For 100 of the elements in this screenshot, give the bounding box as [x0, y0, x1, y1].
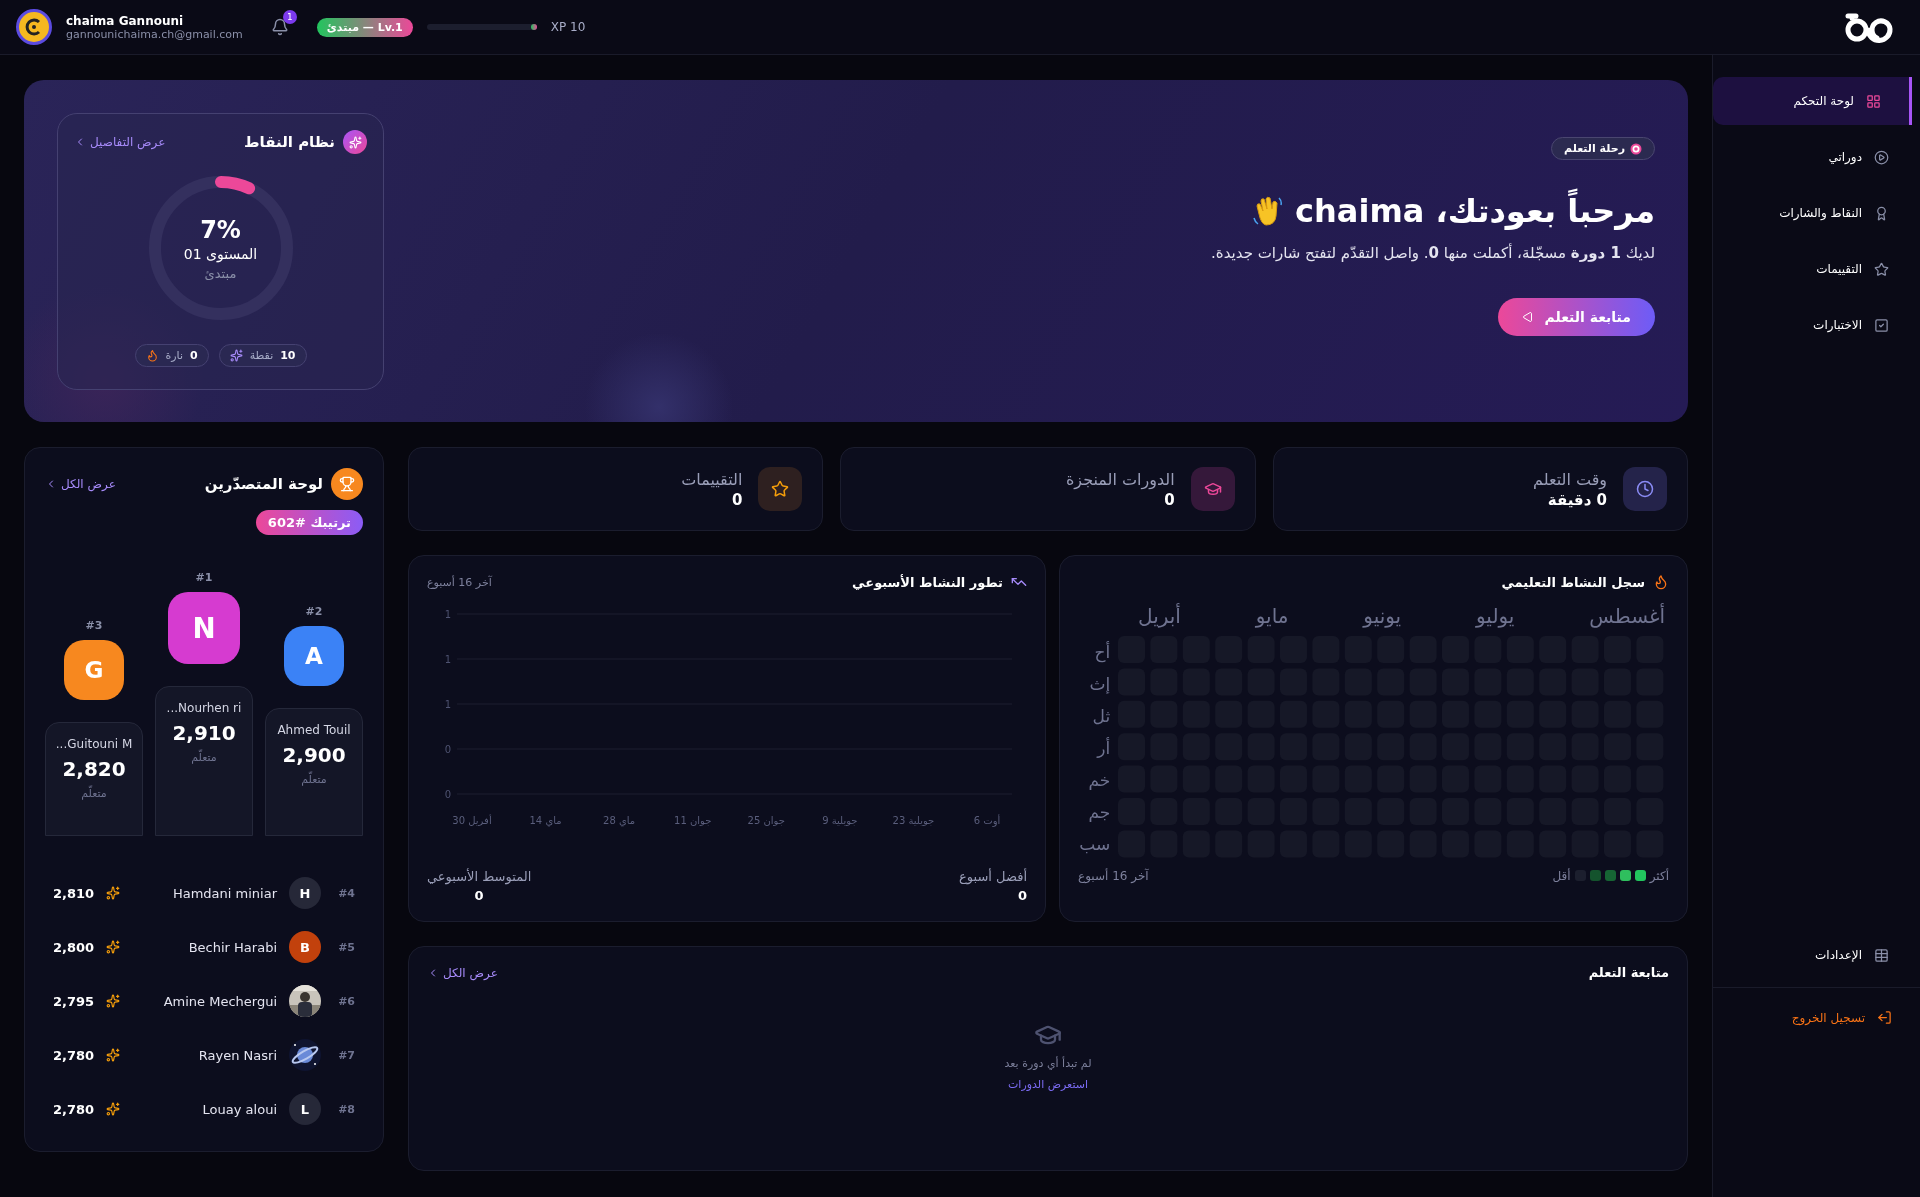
card-title: نظام النقاط: [244, 133, 335, 151]
range-label: آخر 16 أسبوع: [1078, 868, 1149, 883]
day-label: ثل: [1091, 705, 1111, 728]
card-title: متابعة التعلم: [1588, 965, 1669, 980]
checkbox-icon: [1874, 317, 1889, 333]
user-avatar: H: [289, 877, 321, 909]
view-all-link[interactable]: عرض الكل: [427, 965, 498, 980]
axis-label: 0: [444, 789, 451, 800]
notification-badge: 1: [282, 10, 297, 24]
score: 2,810: [53, 885, 95, 901]
card-title: لوحة المتصدّرين: [204, 475, 323, 493]
stat-label: أفضل أسبوع: [959, 869, 1027, 884]
view-all-link[interactable]: عرض الكل: [45, 477, 116, 491]
day-label: أر: [1095, 736, 1111, 760]
month-label: يونيو: [1363, 604, 1402, 628]
sparkle-icon: [106, 886, 121, 900]
sidebar-item[interactable]: الاختبارات: [1713, 301, 1920, 349]
progress-percent: 7%: [200, 215, 241, 244]
rank-label: #4: [337, 886, 355, 900]
axis-label: 30 أفريل: [452, 815, 492, 826]
flame-icon: [1653, 574, 1669, 590]
sidebar-item[interactable]: التقييمات: [1713, 245, 1920, 293]
sparkle-icon: [229, 349, 243, 362]
user-name: Amine Mechergui: [162, 993, 277, 1009]
logout-icon: [1877, 1010, 1892, 1025]
stat-value: 0: [474, 888, 484, 903]
user-name: Louay aloui: [201, 1101, 277, 1117]
empty-message: لم تبدأ أي دورة بعد: [1004, 1057, 1092, 1070]
day-label: جم: [1087, 801, 1111, 824]
role-label: متعلّم: [191, 751, 217, 764]
grid-icon: [1866, 93, 1881, 109]
axis-label: 11 جوان: [674, 815, 712, 826]
legend-label: أكثر: [1649, 868, 1669, 883]
table-icon: [1874, 947, 1889, 963]
month-label: أبريل: [1138, 604, 1181, 628]
day-label: أح: [1093, 640, 1111, 665]
sparkle-icon: [106, 1048, 121, 1062]
user-name: Nourhen ri...: [166, 701, 242, 715]
award-icon: [1874, 205, 1889, 221]
score: 2,780: [53, 1101, 95, 1117]
target-icon: [1630, 142, 1642, 155]
axis-label: 25 جوان: [747, 815, 785, 826]
legend-label: أقل: [1552, 868, 1571, 883]
level-label: المستوى 01: [183, 245, 258, 262]
play-icon: [1522, 311, 1535, 323]
score: 2,780: [53, 1047, 95, 1063]
user-avatar[interactable]: [16, 9, 52, 45]
level-badge: Lv.1 — مبتدئ: [316, 17, 413, 37]
continue-learning-button[interactable]: متابعة التعلم: [1498, 298, 1655, 336]
role-label: متعلّم: [81, 787, 107, 800]
axis-label: 9 جويلية: [822, 815, 858, 826]
sidebar-item[interactable]: لوحة التحكم: [1713, 77, 1912, 125]
day-label: خم: [1087, 769, 1111, 792]
score: 2,800: [53, 939, 95, 955]
details-link[interactable]: عرض التفاصيل: [74, 135, 166, 149]
user-avatar: N: [168, 592, 240, 664]
axis-label: 1: [444, 699, 451, 710]
card-title: تطور النشاط الأسبوعي: [852, 574, 1003, 590]
star-icon: [1874, 261, 1889, 277]
user-name: Hamdani miniar: [171, 885, 277, 901]
month-label: أغسطس: [1589, 604, 1665, 628]
graduation-cap-icon: [1190, 467, 1235, 511]
user-name: Rayen Nasri: [197, 1047, 277, 1063]
rank-label: #3: [85, 619, 103, 632]
user-avatar: A: [284, 626, 344, 686]
score: 2,910: [172, 721, 236, 745]
rank-label: مبتدئ: [204, 265, 237, 281]
score: 2,900: [282, 743, 346, 767]
clock-icon: [1623, 467, 1667, 511]
axis-label: 6 أوت: [973, 815, 1001, 826]
sidebar-item[interactable]: دوراتي: [1713, 133, 1920, 181]
axis-label: 1: [444, 654, 451, 665]
xp-label: XP 10: [550, 20, 586, 34]
score: 2,820: [62, 757, 126, 781]
month-label: مايو: [1255, 604, 1289, 628]
sidebar-item[interactable]: النقاط والشارات: [1713, 189, 1920, 237]
rank-label: #1: [195, 571, 213, 584]
stat-label: الدورات المنجزة: [1065, 469, 1175, 489]
sparkle-icon: [106, 940, 121, 954]
axis-label: 14 ماي: [529, 815, 562, 826]
browse-courses-link[interactable]: استعرض الدورات: [1008, 1078, 1088, 1091]
role-label: متعلّم: [301, 773, 327, 786]
stat-value: 0: [730, 490, 743, 509]
user-name: chaima Gannouni: [66, 13, 185, 28]
axis-label: 23 جويلية: [892, 815, 935, 826]
sparkle-icon: [106, 1102, 121, 1116]
user-avatar: L: [289, 1093, 321, 1125]
journey-badge: رحلة التعلم: [1551, 137, 1655, 160]
axis-label: 0: [444, 744, 451, 755]
star-icon: [758, 467, 803, 511]
stat-value: 0: [1017, 888, 1027, 903]
logout-link[interactable]: تسجيل الخروج: [1713, 987, 1920, 1047]
day-label: سب: [1079, 833, 1111, 856]
score: 2,795: [53, 993, 95, 1009]
bell-icon[interactable]: [270, 18, 289, 36]
user-name: Guitouni M...: [55, 737, 133, 751]
trophy-icon: [331, 468, 363, 500]
sidebar-item[interactable]: الإعدادات: [1713, 931, 1920, 979]
range-label: آخر 16 أسبوع: [427, 575, 492, 589]
day-label: إث: [1088, 673, 1111, 696]
